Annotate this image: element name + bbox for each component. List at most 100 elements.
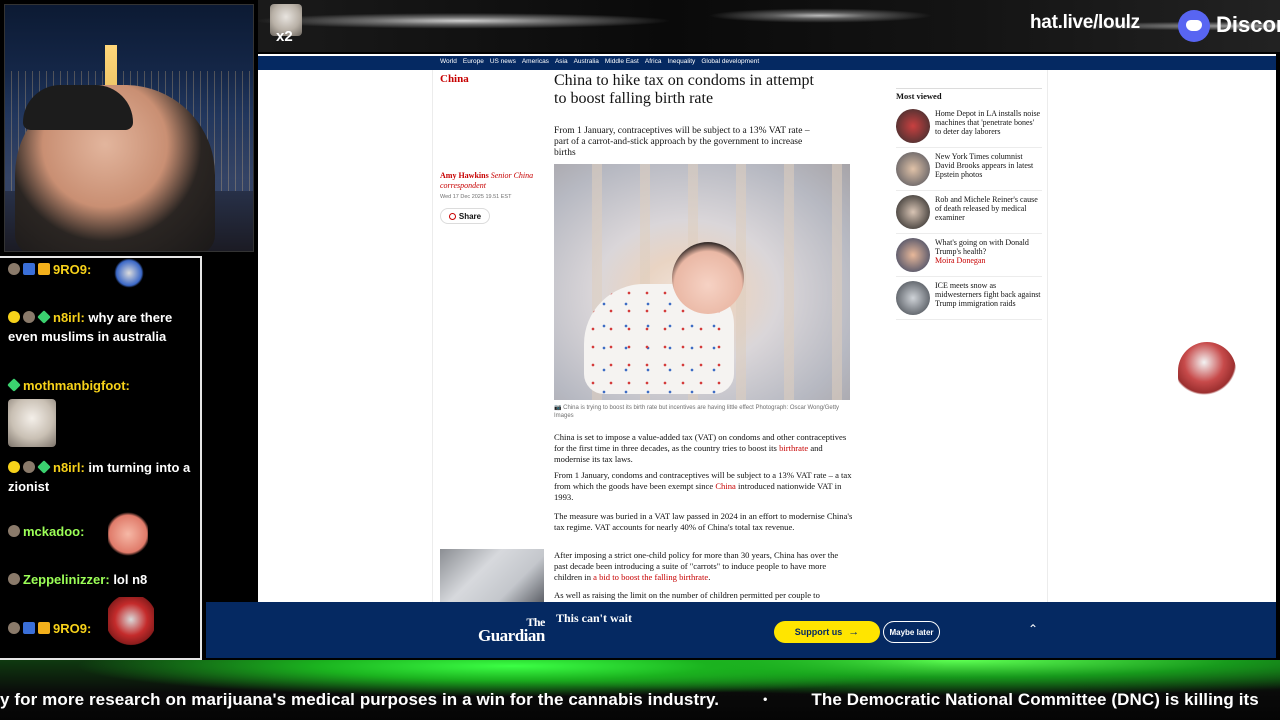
webcam-feed [4,4,254,252]
chat-message: n8irl: why are there even muslims in aus… [8,308,194,346]
discord-icon [1178,10,1210,42]
chat-message: mothmanbigfoot: [7,376,194,447]
discord-label: Discor [1216,12,1280,37]
most-viewed-thumb [896,281,930,315]
maybe-later-button[interactable]: Maybe later [883,621,940,643]
guardian-navbar: World Europe US news Americas Asia Austr… [258,56,1276,70]
article-paragraph: China is set to impose a value-added tax… [554,432,847,464]
chat-message: mckadoo: [8,510,194,558]
skull-badge-icon [8,263,20,275]
skull-badge-icon [23,311,35,323]
cat-emote-icon [8,399,56,447]
crown-badge-icon [38,263,50,275]
section-tag[interactable]: China [440,73,469,85]
skull-badge-icon [8,622,20,634]
chat-message: 9RO9: [8,258,194,288]
chat-username: n8irl: [53,310,85,325]
birthrate-link[interactable]: birthrate [779,443,808,453]
chevron-up-icon[interactable]: ⌃ [1028,622,1038,636]
article-paragraph: After imposing a strict one-child policy… [554,550,839,582]
most-viewed-text: Rob and Michele Reiner's cause of death … [935,195,1038,222]
chat-username: mckadoo: [23,524,85,539]
author-name[interactable]: Amy Hawkins [440,171,489,180]
baby [672,242,744,314]
nav-us-news[interactable]: US news [490,58,516,65]
sun-badge-icon [8,461,20,473]
nav-global-development[interactable]: Global development [701,58,759,65]
chat-username: Zeppelinizzer: [23,572,110,587]
nav-world[interactable]: World [440,58,457,65]
nav-middle-east[interactable]: Middle East [605,58,639,65]
support-banner: The Guardian This can't wait Support us →… [206,602,1276,658]
most-viewed-title: Most viewed [896,88,1042,101]
chat-message: n8irl: im turning into a zionist [8,458,194,496]
byline: Amy Hawkins Senior China correspondent [440,171,548,191]
ticker-separator: • [763,692,768,706]
most-viewed-item[interactable]: Home Depot in LA installs noise machines… [896,105,1042,148]
nav-inequality[interactable]: Inequality [667,58,695,65]
nav-asia[interactable]: Asia [555,58,568,65]
most-viewed-text: What's going on with Donald Trump's heal… [935,238,1029,265]
article-paragraph: From 1 January, condoms and contraceptiv… [554,470,852,502]
nav-africa[interactable]: Africa [645,58,662,65]
most-viewed-thumb [896,238,930,272]
chat-text: im turning into a zionist [8,460,191,494]
pepe-santa-emote-icon [108,597,154,647]
streamer-cap [23,85,133,130]
article-paragraph: As well as raising the limit on the numb… [554,590,820,600]
emote-multiplier: x2 [276,28,293,45]
most-viewed-thumb [896,195,930,229]
skull-badge-icon [8,525,20,537]
article-paragraph: The measure was buried in a VAT law pass… [554,511,853,532]
share-icon [448,212,456,220]
hat-url-label: hat.live/loulz [1030,12,1140,33]
skull-badge-icon [8,573,20,585]
ticker-item: y for more research on marijuana's medic… [0,690,720,709]
green-badge-icon [37,310,51,324]
article-standfirst: From 1 January, contraceptives will be s… [554,126,810,158]
most-viewed-thumb [896,109,930,143]
sun-badge-icon [8,311,20,323]
nav-australia[interactable]: Australia [574,58,599,65]
chat-username: mothmanbigfoot: [23,378,130,393]
most-viewed-item[interactable]: ICE meets snow as midwesterners fight ba… [896,277,1042,320]
most-viewed-text: Home Depot in LA installs noise machines… [935,109,1041,136]
praying-hands-emote-icon [108,510,148,558]
chat-message: Zeppelinizzer: lol n8 [8,570,194,589]
related-image[interactable] [440,549,544,602]
arrow-right-icon: → [848,626,860,638]
guardian-logo[interactable]: The Guardian [478,614,545,645]
news-ticker: y for more research on marijuana's medic… [0,660,1280,720]
most-viewed-item[interactable]: What's going on with Donald Trump's heal… [896,234,1042,277]
share-button[interactable]: Share [440,208,490,224]
image-caption: 📷 China is trying to boost its birth rat… [554,405,840,419]
stream-overlay: x2 hat.live/loulz Discor 9RO9: n8irl: wh… [0,0,1280,720]
hero-image [554,164,850,400]
support-us-label: Support us [794,627,843,637]
article-headline: China to hike tax on condoms in attempt … [554,72,814,107]
santa-hat-sticker-icon [1178,342,1236,400]
chat-username: 9RO9: [53,262,92,277]
nav-americas[interactable]: Americas [522,58,549,65]
support-us-button[interactable]: Support us → [774,621,880,643]
chat-panel: 9RO9: n8irl: why are there even muslims … [0,256,202,660]
green-badge-icon [37,460,51,474]
birthrate-bid-link[interactable]: a bid to boost the falling birthrate [593,572,708,582]
chat-text: lol n8 [113,572,148,587]
article-date: Wed 17 Dec 2025 19.51 EST [440,194,512,200]
top-banner: x2 hat.live/loulz Discor [258,0,1280,52]
most-viewed-author: Moira Donegan [935,256,986,265]
most-viewed-text: ICE meets snow as midwesterners fight ba… [935,281,1041,308]
most-viewed-item[interactable]: New York Times columnist David Brooks ap… [896,148,1042,191]
cup-emote-icon [112,258,146,288]
most-viewed-item[interactable]: Rob and Michele Reiner's cause of death … [896,191,1042,234]
green-badge-icon [7,378,21,392]
most-viewed-panel: Most viewed Home Depot in LA installs no… [896,88,1042,320]
china-link[interactable]: China [715,481,736,491]
most-viewed-text: New York Times columnist David Brooks ap… [935,152,1034,179]
skull-badge-icon [23,461,35,473]
ticker-item: The Democratic National Committee (DNC) … [811,690,1259,709]
nav-europe[interactable]: Europe [463,58,484,65]
hat-badge-icon [23,622,35,634]
crown-badge-icon [38,622,50,634]
